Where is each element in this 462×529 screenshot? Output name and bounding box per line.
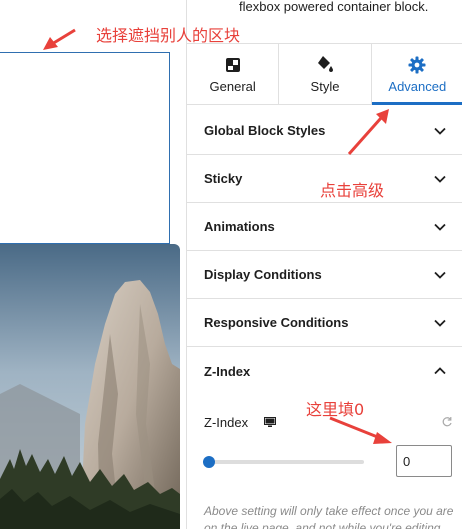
panel-title: Z-Index <box>204 363 251 379</box>
tab-style[interactable]: Style <box>278 44 370 104</box>
panel-display-conditions[interactable]: Display Conditions <box>187 251 462 299</box>
arrow-to-block-head <box>43 37 58 50</box>
panel-title: Responsive Conditions <box>204 315 349 330</box>
live-page-note: Above setting will only take effect once… <box>204 504 454 529</box>
chevron-down-icon <box>434 271 446 279</box>
panel-animations[interactable]: Animations <box>187 203 462 251</box>
chevron-up-icon <box>434 367 446 375</box>
panel-global-block-styles[interactable]: Global Block Styles <box>187 107 462 155</box>
panel-z-index[interactable]: Z-Index <box>187 347 462 395</box>
paint-bucket-icon <box>316 55 334 75</box>
annotation-click-advanced: 点击高级 <box>320 181 385 200</box>
chevron-down-icon <box>434 127 446 135</box>
tab-style-label: Style <box>310 78 340 94</box>
tab-advanced[interactable]: Advanced <box>370 44 462 105</box>
panel-title: Animations <box>204 219 275 234</box>
z-index-field-label: Z-Index <box>204 415 249 430</box>
mountain-photo <box>0 244 180 529</box>
block-settings-sidebar: flexbox powered container block. General… <box>186 0 462 529</box>
block-description: flexbox powered container block. <box>239 0 429 14</box>
tab-advanced-label: Advanced <box>388 78 447 94</box>
settings-tabs: General Style Advanced <box>187 43 462 105</box>
slider-thumb[interactable] <box>203 456 215 468</box>
panel-title: Display Conditions <box>204 267 322 282</box>
panel-responsive-conditions[interactable]: Responsive Conditions <box>187 299 462 347</box>
layout-icon <box>225 55 241 75</box>
reset-icon[interactable] <box>441 416 453 428</box>
tab-general[interactable]: General <box>187 44 278 104</box>
selected-container-block[interactable] <box>0 52 170 244</box>
desktop-icon[interactable] <box>264 417 276 428</box>
panel-title: Global Block Styles <box>204 123 326 138</box>
chevron-down-icon <box>434 319 446 327</box>
arrow-to-block <box>51 28 76 46</box>
annotation-select-block: 选择遮挡别人的区块 <box>96 26 241 45</box>
chevron-down-icon <box>434 223 446 231</box>
annotation-fill-zero: 这里填0 <box>306 400 365 419</box>
panel-title: Sticky <box>204 171 243 186</box>
gear-icon <box>408 55 426 75</box>
tab-general-label: General <box>209 78 256 94</box>
z-index-input[interactable] <box>396 445 452 477</box>
z-index-slider[interactable] <box>203 456 364 468</box>
chevron-down-icon <box>434 175 446 183</box>
